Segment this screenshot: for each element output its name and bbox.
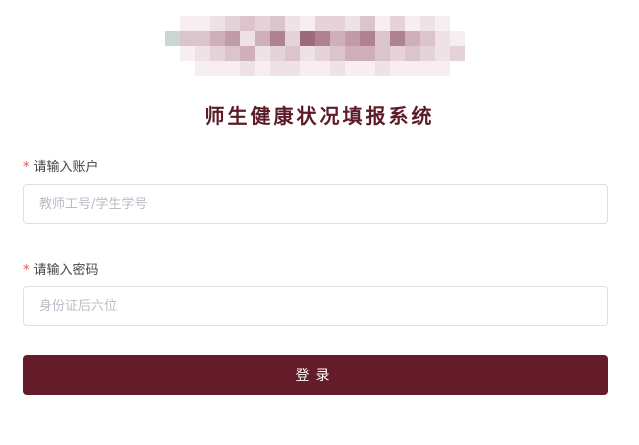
logo-pixel: [225, 46, 240, 61]
logo-pixel: [150, 46, 165, 61]
logo-pixel: [330, 16, 345, 31]
password-label-text: 请输入密码: [33, 263, 99, 278]
logo-pixel: [165, 16, 180, 31]
logo-pixel: [165, 61, 180, 76]
logo-pixel: [150, 16, 165, 31]
logo-pixel: [195, 16, 210, 31]
logo-pixel: [210, 16, 225, 31]
required-mark: *: [23, 160, 30, 175]
logo-pixel: [270, 46, 285, 61]
logo-pixel: [375, 16, 390, 31]
logo-pixel: [210, 31, 225, 46]
logo-pixel: [225, 16, 240, 31]
logo-pixel: [345, 61, 360, 76]
logo-pixel: [345, 46, 360, 61]
login-button[interactable]: 登录: [23, 355, 608, 395]
logo-pixel: [195, 61, 210, 76]
logo-pixel: [255, 61, 270, 76]
logo-pixel: [420, 46, 435, 61]
logo-pixel: [465, 46, 480, 61]
logo-pixel: [180, 16, 195, 31]
logo-pixel: [390, 31, 405, 46]
logo-pixel: [255, 31, 270, 46]
logo-pixel: [315, 31, 330, 46]
logo-pixel: [450, 31, 465, 46]
logo-pixel: [330, 31, 345, 46]
logo-pixel: [210, 61, 225, 76]
logo-pixel: [300, 46, 315, 61]
logo-pixel: [285, 46, 300, 61]
logo-pixel: [420, 16, 435, 31]
logo-pixel: [450, 46, 465, 61]
logo-pixel: [375, 61, 390, 76]
logo-pixel: [435, 61, 450, 76]
logo-pixel: [180, 31, 195, 46]
account-input[interactable]: [23, 184, 608, 224]
logo-pixel: [405, 31, 420, 46]
logo-pixel: [210, 46, 225, 61]
logo-pixel: [465, 31, 480, 46]
logo-pixel: [315, 16, 330, 31]
logo-pixel: [420, 31, 435, 46]
logo-pixel: [405, 16, 420, 31]
logo-pixel: [300, 31, 315, 46]
logo-pixel: [390, 16, 405, 31]
logo-pixel: [345, 31, 360, 46]
account-label: * 请输入账户: [23, 156, 99, 175]
logo-pixel: [360, 46, 375, 61]
logo-pixel: [360, 31, 375, 46]
logo-pixel: [450, 61, 465, 76]
logo-pixel: [195, 46, 210, 61]
logo-pixel: [180, 61, 195, 76]
required-mark: *: [23, 263, 30, 278]
logo-pixel: [285, 61, 300, 76]
logo-pixel: [435, 46, 450, 61]
logo-pixel: [405, 61, 420, 76]
logo-pixel: [420, 61, 435, 76]
logo-pixel: [195, 31, 210, 46]
logo-pixel: [285, 16, 300, 31]
logo-pixel: [330, 46, 345, 61]
logo-pixel: [270, 61, 285, 76]
logo-pixel: [450, 16, 465, 31]
logo-pixel: [360, 61, 375, 76]
logo-pixel: [435, 16, 450, 31]
account-label-text: 请输入账户: [33, 160, 99, 175]
password-input[interactable]: [23, 286, 608, 326]
logo-pixel: [435, 31, 450, 46]
logo-pixel: [240, 31, 255, 46]
password-label: * 请输入密码: [23, 259, 99, 278]
logo-pixel: [315, 46, 330, 61]
logo-pixel: [270, 31, 285, 46]
logo-pixel: [405, 46, 420, 61]
logo-pixel: [165, 31, 180, 46]
logo-pixel: [315, 61, 330, 76]
logo-pixel: [300, 16, 315, 31]
logo-pixel: [465, 61, 480, 76]
logo-pixel: [180, 46, 195, 61]
logo-pixel: [240, 61, 255, 76]
logo-pixel: [345, 16, 360, 31]
logo-pixel: [225, 61, 240, 76]
logo-pixel: [255, 46, 270, 61]
logo-pixel: [285, 31, 300, 46]
logo-pixel: [300, 61, 315, 76]
logo-pixel: [150, 31, 165, 46]
page-title: 师生健康状况填报系统: [204, 104, 435, 128]
logo-pixel: [465, 16, 480, 31]
logo-pixel: [240, 46, 255, 61]
logo-pixel: [165, 46, 180, 61]
logo-pixel: [390, 46, 405, 61]
school-logo: [150, 16, 480, 76]
logo-pixel: [225, 31, 240, 46]
logo-pixel: [375, 46, 390, 61]
logo-pixel: [390, 61, 405, 76]
logo-pixel: [360, 16, 375, 31]
logo-pixel: [150, 61, 165, 76]
logo-pixel: [270, 16, 285, 31]
logo-pixel: [255, 16, 270, 31]
logo-pixel: [375, 31, 390, 46]
logo-pixel: [330, 61, 345, 76]
logo-pixel: [240, 16, 255, 31]
